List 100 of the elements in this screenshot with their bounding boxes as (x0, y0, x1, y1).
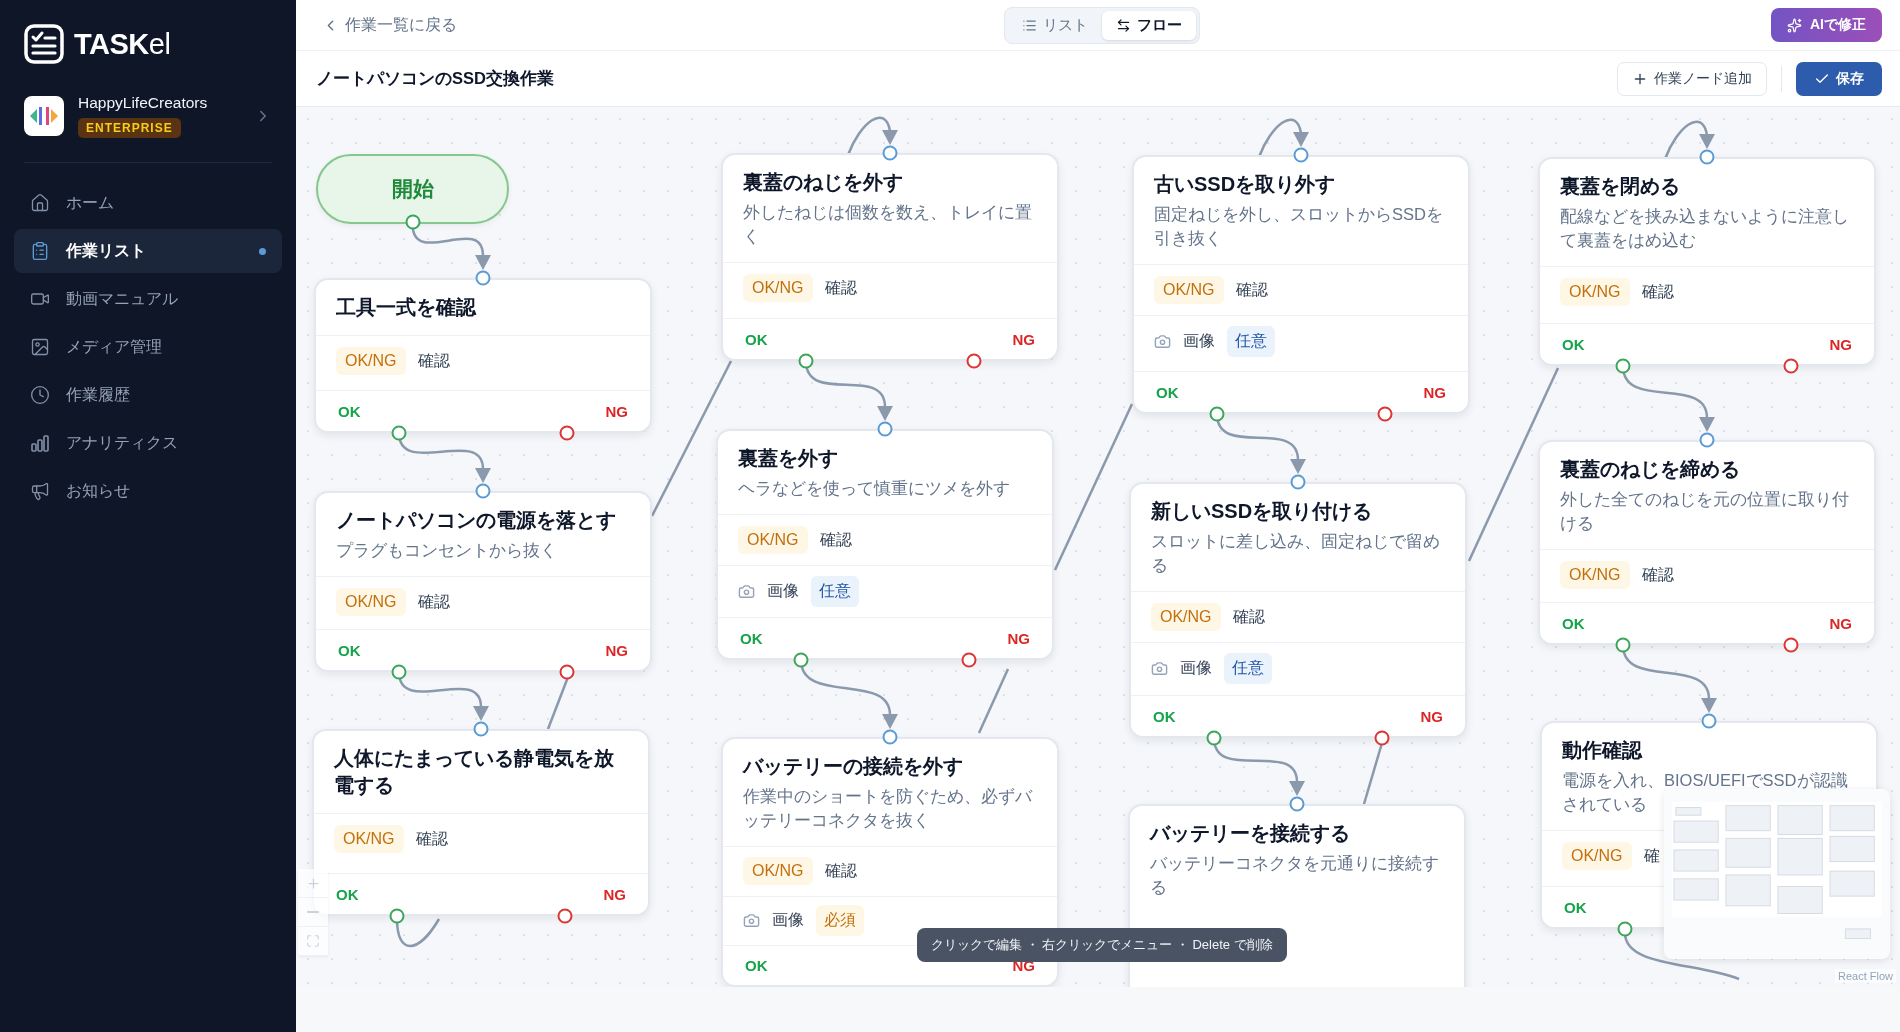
edge-connector (1663, 120, 1715, 160)
brand-name: TASKel (74, 27, 171, 61)
node-title: 人体にたまっている静電気を放電する (334, 746, 615, 798)
flow-node[interactable]: 裏蓋を外す ヘラなどを使って慎重にツメを外す OK/NG 確認 画像 任意 OK NG (716, 429, 1054, 660)
connection-handle[interactable] (877, 421, 893, 437)
row-label: 確認 (417, 350, 450, 371)
fit-view-icon (306, 934, 320, 948)
edge-connector (395, 918, 441, 948)
ok-label: OK (338, 402, 361, 420)
nav-item[interactable]: お知らせ (14, 469, 282, 513)
edge-connector (1257, 118, 1309, 158)
row-label: 確認 (819, 529, 852, 550)
ok-label: OK (1562, 614, 1585, 632)
answer-type-badge: OK/NG (738, 526, 808, 554)
nav-item[interactable]: メディア管理 (14, 325, 282, 369)
nav-label: 作業リスト (66, 240, 147, 261)
ng-label: NG (1829, 614, 1852, 632)
row-label: 確認 (1641, 564, 1674, 585)
node-description: バッテリーコネクタを元通りに接続する (1150, 853, 1440, 898)
flow-node[interactable]: 人体にたまっている静電気を放電する OK/NG 確認 OK NG (312, 729, 650, 916)
answer-type-badge: OK/NG (1560, 278, 1630, 306)
ng-label: NG (603, 885, 626, 903)
camera-icon (738, 582, 755, 600)
nav-label: 作業履歴 (66, 384, 131, 405)
flow-node[interactable]: 工具一式を確認 OK/NG 確認 OK NG (314, 278, 652, 433)
connection-handle[interactable] (1290, 474, 1306, 490)
flow-node[interactable]: 裏蓋を閉める 配線などを挟み込まないように注意して裏蓋をはめ込む OK/NG 確認 OK NG (1538, 157, 1876, 366)
ng-label: NG (605, 641, 628, 659)
plan-badge: ENTERPRISE (78, 118, 181, 138)
flow-node[interactable]: 古いSSDを取り外す 固定ねじを外し、スロットからSSDを引き抜く OK/NG 確認 画像 任意 OK NG (1132, 155, 1470, 414)
answer-type-badge: OK/NG (743, 274, 813, 302)
ok-label: OK (1562, 335, 1585, 353)
row-label: 画像 (772, 910, 804, 931)
requirement-badge: 必須 (816, 905, 864, 937)
node-title: 古いSSDを取り外す (1154, 172, 1337, 197)
edge-connector (846, 116, 898, 156)
node-description: プラグもコンセントから抜く (336, 540, 558, 561)
nav-item[interactable]: アナリティクス (14, 421, 282, 465)
node-description: 外したねじは個数を数え、トレイに置く (743, 202, 1033, 247)
nav-label: ホーム (66, 192, 115, 213)
answer-type-badge: OK/NG (334, 825, 404, 853)
ok-label: OK (745, 330, 768, 348)
sparkle-icon (1787, 17, 1802, 33)
connection-handle[interactable] (475, 483, 491, 499)
ng-label: NG (605, 402, 628, 420)
flow-node[interactable]: 裏蓋のねじを締める 外した全てのねじを元の位置に取り付ける OK/NG 確認 OK NG (1538, 440, 1876, 645)
connection-handle[interactable] (1289, 796, 1305, 812)
flow-node[interactable]: 新しいSSDを取り付ける スロットに差し込み、固定ねじで留める OK/NG 確認 画像 任意 OK NG (1129, 482, 1467, 738)
camera-icon (1151, 659, 1168, 677)
back-link[interactable]: 作業一覧に戻る (322, 14, 457, 36)
node-title: 動作確認 (1562, 738, 1644, 763)
add-node-button[interactable]: 作業ノード追加 (1617, 61, 1767, 96)
connection-handle[interactable] (475, 270, 491, 286)
org-logo (24, 96, 64, 136)
plus-icon (305, 875, 321, 891)
connection-handle[interactable] (1699, 149, 1715, 165)
ok-label: OK (336, 885, 359, 903)
flow-node[interactable]: ノートパソコンの電源を落とす プラグもコンセントから抜く OK/NG 確認 OK NG (314, 491, 652, 672)
view-tab[interactable]: フロー (1102, 10, 1196, 40)
node-title: 裏蓋のねじを締める (1560, 457, 1741, 482)
node-description: 外した全てのねじを元の位置に取り付ける (1560, 489, 1850, 534)
node-title: 工具一式を確認 (336, 295, 478, 320)
nav-item[interactable]: 作業履歴 (14, 373, 282, 417)
flow-title: ノートパソコンのSSD交換作業 (316, 67, 555, 89)
save-button[interactable]: 保存 (1796, 61, 1882, 96)
requirement-badge: 任意 (1227, 325, 1275, 357)
nav-item[interactable]: ホーム (14, 181, 282, 225)
nav-item[interactable]: 動画マニュアル (14, 277, 282, 321)
row-label: 画像 (1183, 330, 1215, 351)
row-label: 画像 (767, 580, 799, 601)
nav-label: アナリティクス (66, 432, 179, 453)
connection-handle[interactable] (1699, 432, 1715, 448)
answer-type-badge: OK/NG (336, 347, 406, 375)
camera-icon (1154, 332, 1171, 350)
row-label: 確 (1643, 845, 1660, 866)
image-icon (30, 337, 50, 357)
node-title: 裏蓋を外す (738, 446, 839, 471)
node-description: スロットに差し込み、固定ねじで留める (1151, 531, 1441, 576)
nav-item[interactable]: 作業リスト (14, 229, 282, 273)
connection-handle[interactable] (1701, 713, 1717, 729)
ok-label: OK (1564, 898, 1587, 916)
start-node[interactable]: 開始 (316, 154, 509, 224)
ng-label: NG (1420, 707, 1443, 725)
nav-label: お知らせ (66, 480, 131, 501)
answer-type-badge: OK/NG (336, 588, 406, 616)
node-description: 電源を入れ、BIOS/UEFIでSSDが認識されている (1562, 770, 1849, 815)
nav-label: メディア管理 (66, 336, 163, 357)
ng-label: NG (1012, 330, 1035, 348)
answer-type-badge: OK/NG (743, 857, 813, 886)
connection-handle[interactable] (1293, 147, 1309, 163)
node-title: 裏蓋を閉める (1560, 174, 1681, 199)
connection-handle[interactable] (882, 145, 898, 161)
ok-label: OK (1156, 383, 1179, 401)
flow-node[interactable]: 裏蓋のねじを外す 外したねじは個数を数え、トレイに置く OK/NG 確認 OK NG (721, 153, 1059, 361)
connection-handle[interactable] (882, 729, 898, 745)
connection-handle[interactable] (473, 721, 489, 737)
node-title: 裏蓋のねじを外す (743, 170, 904, 195)
ai-fix-button[interactable]: AIで修正 (1771, 8, 1882, 42)
view-tab[interactable]: リスト (1008, 10, 1102, 40)
ng-label: NG (1423, 383, 1446, 401)
